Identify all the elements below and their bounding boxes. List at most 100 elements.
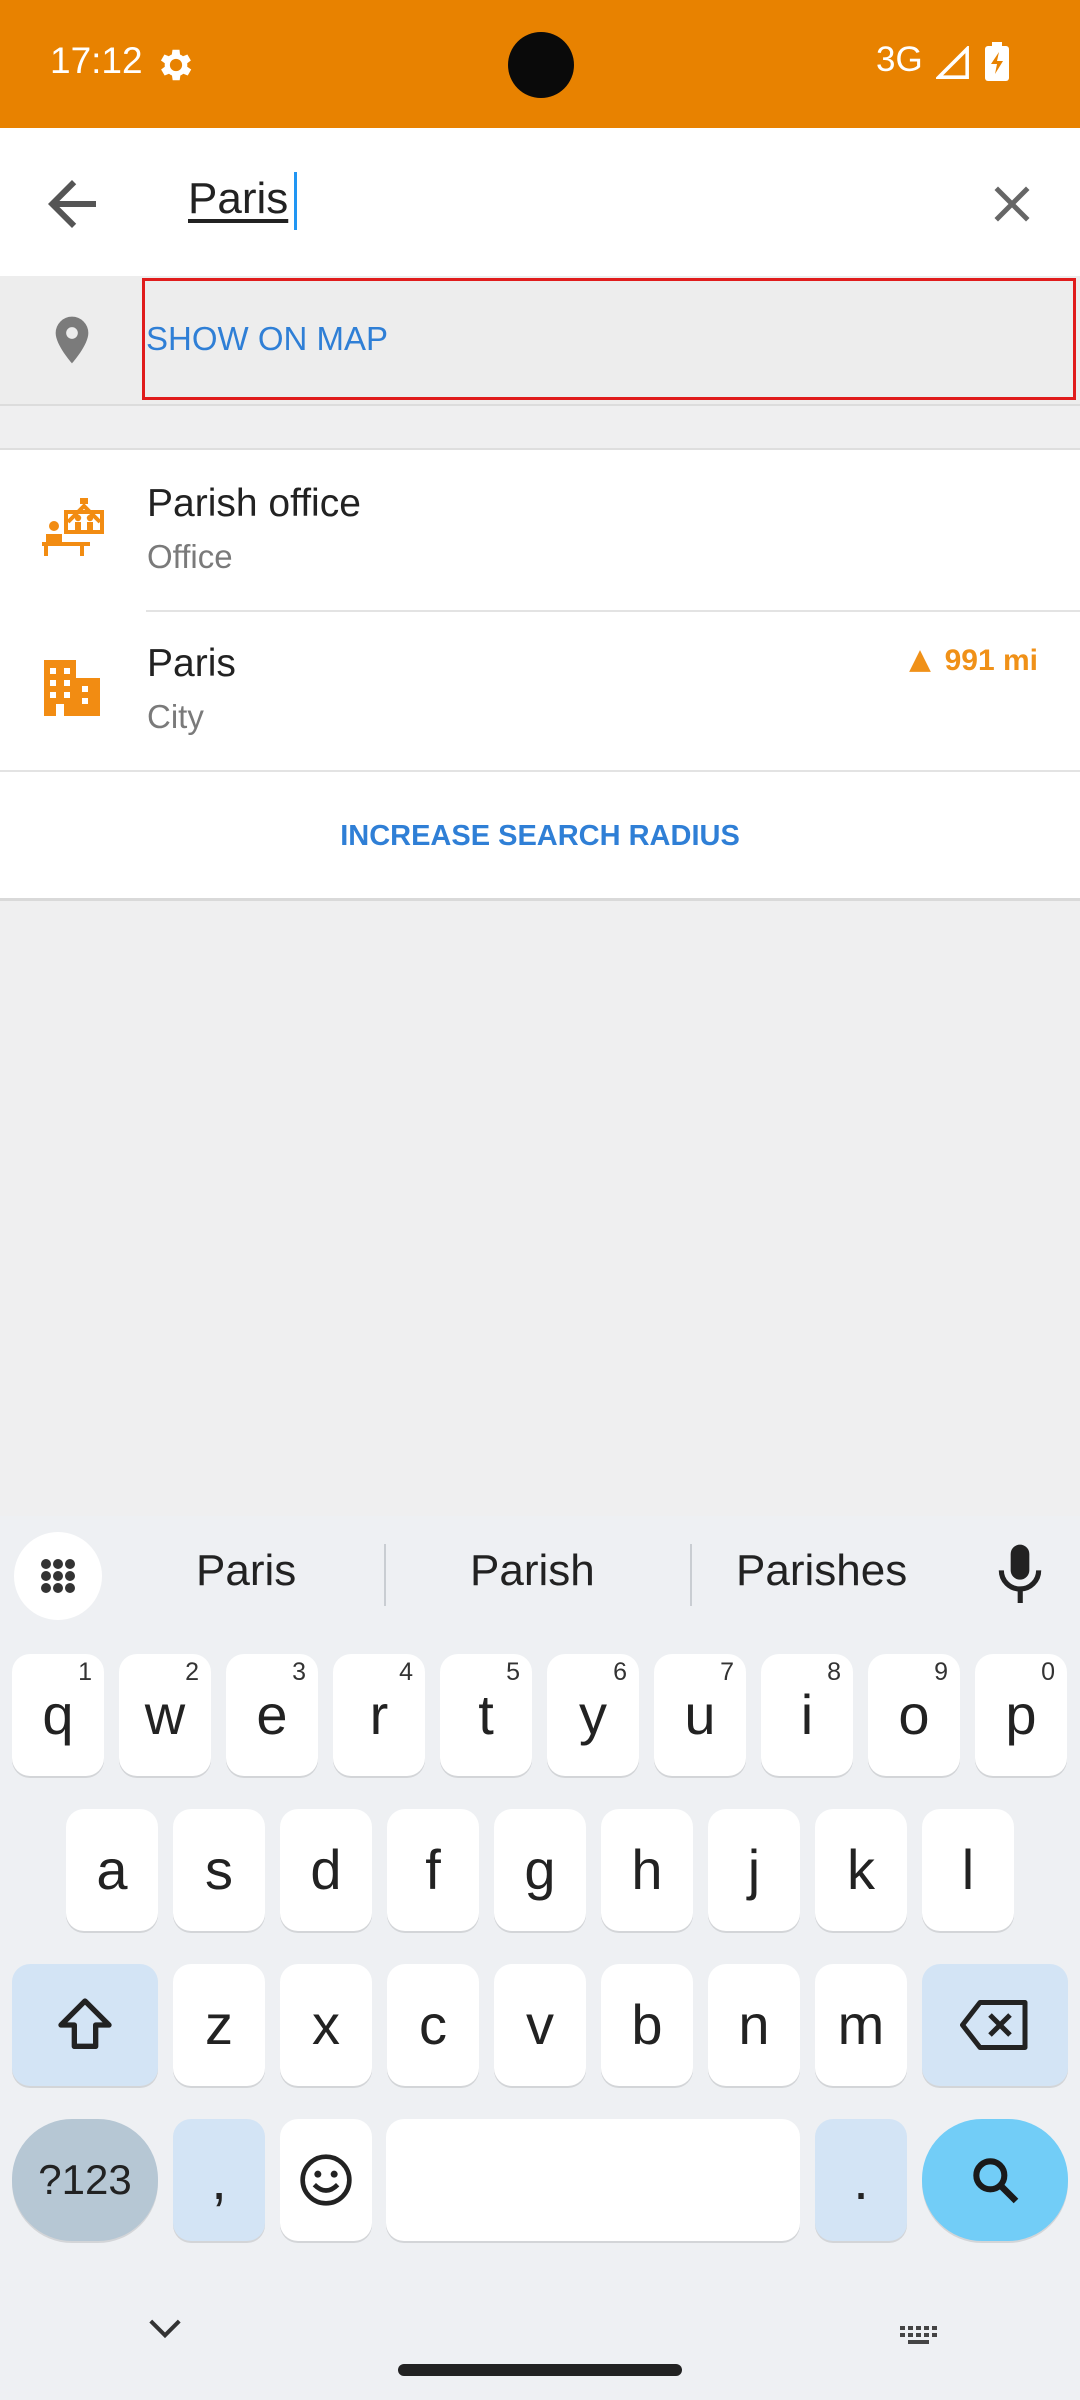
suggestion-1[interactable]: Paris	[196, 1546, 296, 1596]
key-hint: 7	[720, 1658, 734, 1686]
back-arrow-icon[interactable]	[36, 168, 108, 240]
key-label: p	[1005, 1683, 1037, 1746]
search-results: Parish office Office Paris City 991 mi I…	[0, 448, 1080, 901]
result-subtitle: Office	[147, 538, 233, 575]
key-label: q	[42, 1683, 74, 1746]
search-bar: Paris	[0, 128, 1080, 276]
key-b[interactable]: b	[601, 1964, 693, 2086]
suggestion-divider	[384, 1544, 386, 1606]
microphone-icon[interactable]	[992, 1540, 1048, 1615]
city-icon	[40, 654, 104, 723]
hide-keyboard-chevron-icon[interactable]	[146, 2316, 184, 2347]
search-input[interactable]: Paris	[188, 174, 288, 224]
key-hint: 9	[934, 1658, 948, 1686]
result-subtitle: City	[147, 698, 204, 735]
increase-radius-row: INCREASE SEARCH RADIUS	[0, 770, 1080, 901]
key-label: u	[684, 1683, 716, 1746]
key-p[interactable]: p0	[975, 1654, 1067, 1776]
suggestion-divider	[690, 1544, 692, 1606]
key-hint: 4	[399, 1658, 413, 1686]
keyboard-menu-button[interactable]	[14, 1532, 102, 1620]
direction-arrow-icon	[908, 650, 931, 672]
key-f[interactable]: f	[387, 1809, 479, 1931]
key-c[interactable]: c	[387, 1964, 479, 2086]
key-y[interactable]: y6	[547, 1654, 639, 1776]
result-item-parish-office[interactable]: Parish office Office	[0, 450, 1080, 610]
key-l[interactable]: l	[922, 1809, 1014, 1931]
key-label: i	[800, 1683, 814, 1746]
key-m[interactable]: m	[815, 1964, 907, 2086]
key-label: t	[478, 1683, 494, 1746]
backspace-key[interactable]	[922, 1964, 1068, 2086]
key-x[interactable]: x	[280, 1964, 372, 2086]
soft-keyboard: Paris Parish Parishes q1 w2 e3 r4 t5 y6 …	[0, 1516, 1080, 2400]
settings-gear-icon	[155, 44, 197, 91]
result-title: Paris	[147, 642, 236, 685]
key-n[interactable]: n	[708, 1964, 800, 2086]
suggestion-strip: Paris Parish Parishes	[0, 1516, 1080, 1634]
result-distance: 991 mi	[907, 644, 1038, 678]
key-j[interactable]: j	[708, 1809, 800, 1931]
show-on-map-button[interactable]: SHOW ON MAP	[146, 320, 388, 358]
battery-charging-icon	[984, 42, 1010, 87]
increase-search-radius-button[interactable]: INCREASE SEARCH RADIUS	[340, 820, 740, 853]
key-hint: 0	[1041, 1658, 1055, 1686]
keyboard-switch-icon[interactable]	[898, 2324, 942, 2353]
result-item-paris[interactable]: Paris City 991 mi	[0, 610, 1080, 770]
key-label: r	[369, 1683, 389, 1746]
spacebar-key[interactable]	[386, 2119, 800, 2241]
key-s[interactable]: s	[173, 1809, 265, 1931]
suggestion-2[interactable]: Parish	[470, 1546, 595, 1596]
office-icon	[40, 494, 104, 563]
key-label: y	[579, 1683, 607, 1746]
key-hint: 1	[78, 1658, 92, 1686]
emoji-icon	[300, 2154, 352, 2206]
home-indicator[interactable]	[398, 2364, 682, 2376]
symbols-key[interactable]: ?123	[12, 2119, 158, 2241]
key-hint: 2	[185, 1658, 199, 1686]
key-i[interactable]: i8	[761, 1654, 853, 1776]
distance-value: 991 mi	[944, 644, 1038, 677]
key-label: e	[256, 1683, 288, 1746]
key-a[interactable]: a	[66, 1809, 158, 1931]
location-pin-icon	[44, 310, 100, 375]
show-on-map-row[interactable]: SHOW ON MAP	[0, 276, 1080, 406]
key-q[interactable]: q1	[12, 1654, 104, 1776]
search-key[interactable]	[922, 2119, 1068, 2241]
key-o[interactable]: o9	[868, 1654, 960, 1776]
key-hint: 6	[613, 1658, 627, 1686]
result-title: Parish office	[147, 482, 361, 525]
key-label: w	[144, 1683, 186, 1746]
key-hint: 3	[292, 1658, 306, 1686]
key-t[interactable]: t5	[440, 1654, 532, 1776]
key-v[interactable]: v	[494, 1964, 586, 2086]
key-r[interactable]: r4	[333, 1654, 425, 1776]
key-w[interactable]: w2	[119, 1654, 211, 1776]
key-h[interactable]: h	[601, 1809, 693, 1931]
suggestion-3[interactable]: Parishes	[736, 1546, 907, 1596]
key-e[interactable]: e3	[226, 1654, 318, 1776]
key-u[interactable]: u7	[654, 1654, 746, 1776]
key-label: o	[898, 1683, 930, 1746]
period-key[interactable]: .	[815, 2119, 907, 2241]
status-time: 17:12	[50, 40, 143, 81]
comma-key[interactable]: ,	[173, 2119, 265, 2241]
network-type: 3G	[876, 40, 923, 79]
key-g[interactable]: g	[494, 1809, 586, 1931]
key-z[interactable]: z	[173, 1964, 265, 2086]
shift-icon	[58, 1998, 112, 2049]
signal-icon	[934, 44, 970, 85]
front-camera	[508, 32, 574, 98]
search-icon	[973, 2158, 1019, 2204]
key-d[interactable]: d	[280, 1809, 372, 1931]
text-cursor	[294, 172, 297, 230]
key-k[interactable]: k	[815, 1809, 907, 1931]
key-hint: 8	[827, 1658, 841, 1686]
shift-key[interactable]	[12, 1964, 158, 2086]
emoji-key[interactable]	[280, 2119, 372, 2241]
key-hint: 5	[506, 1658, 520, 1686]
clear-icon[interactable]	[982, 174, 1042, 234]
status-bar: 17:12 3G	[0, 0, 1080, 128]
grid-icon	[41, 1559, 75, 1593]
backspace-icon	[960, 2000, 1028, 2050]
